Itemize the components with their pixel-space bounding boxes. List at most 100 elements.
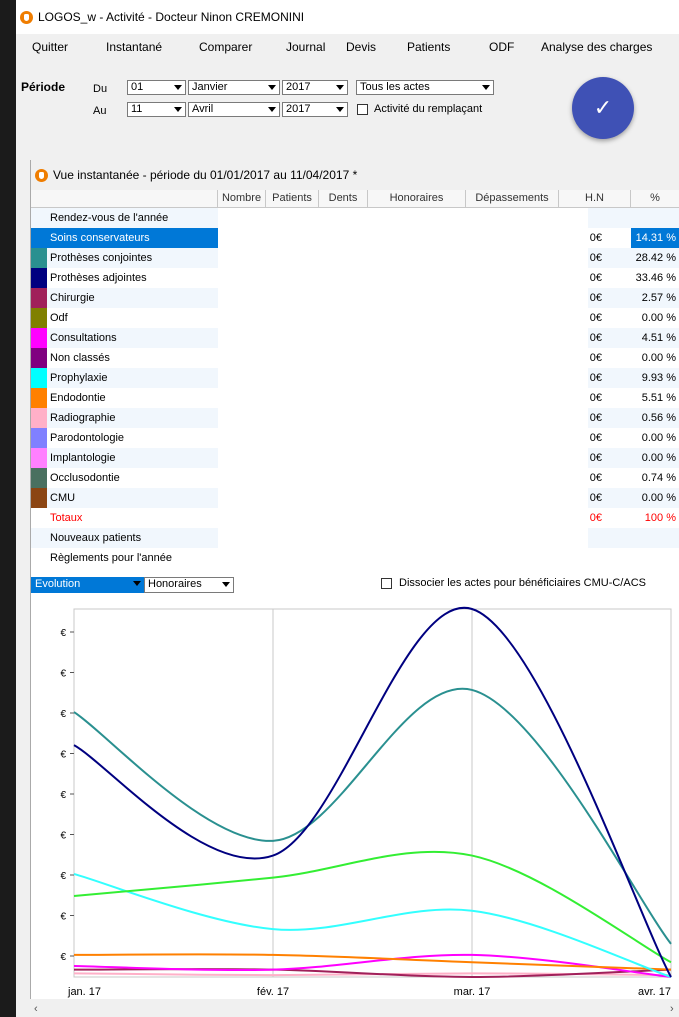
menu-patients[interactable]: Patients [407,40,450,54]
category-color-swatch [31,248,47,268]
menu-bar: Quitter Instantané Comparer Journal Devi… [16,40,679,60]
category-color-swatch [31,368,47,388]
periode-label: Période [21,80,66,94]
table-row[interactable]: Non classés 0€ 0.00 % [31,348,679,368]
cmu-checkbox[interactable] [381,578,392,589]
window-title: LOGOS_w - Activité - Docteur Ninon CREMO… [38,10,305,24]
du-year-select[interactable]: 2017 [282,80,348,95]
table-row[interactable]: CMU 0€ 0.00 % [31,488,679,508]
mode-dropdown-arrow[interactable] [131,577,144,593]
du-month-value: Janvier [192,81,228,93]
table-row[interactable]: Prothèses adjointes 0€ 33.46 % [31,268,679,288]
col-honoraires[interactable]: Honoraires [368,190,466,208]
category-color-swatch [31,328,47,348]
du-label: Du [93,83,108,95]
title-bar: LOGOS_w - Activité - Docteur Ninon CREMO… [16,0,679,34]
row-label: Endodontie [50,392,106,404]
hn-value: 0€ [589,512,602,524]
hn-value: 0€ [589,452,602,464]
table-row[interactable]: Rendez-vous de l'année [31,208,679,228]
y-tick-label: € [60,952,66,963]
actes-select[interactable]: Tous les actes [356,80,494,95]
hn-value: 0€ [589,372,602,384]
menu-devis[interactable]: Devis [346,40,376,54]
pct-value: 0.56 % [641,412,676,424]
plot-area [73,608,672,978]
col-depassements[interactable]: Dépassements [466,190,559,208]
du-month-select[interactable]: Janvier [188,80,280,95]
chevron-down-icon [268,85,276,90]
table-row[interactable]: Nouveaux patients [31,528,679,548]
col-pct[interactable]: % [631,190,679,208]
table-row[interactable]: Chirurgie 0€ 2.57 % [31,288,679,308]
table-row[interactable]: Parodontologie 0€ 0.00 % [31,428,679,448]
du-year-value: 2017 [286,81,311,93]
table-row[interactable]: Radiographie 0€ 0.56 % [31,408,679,428]
menu-analyse-charges[interactable]: Analyse des charges [541,40,652,54]
menu-instantane[interactable]: Instantané [106,40,162,54]
category-color-swatch [31,468,47,488]
y-tick-label: € [60,790,66,801]
chevron-down-icon [268,107,276,112]
mode-select[interactable]: Evolution [31,577,144,593]
hidden-values-area [218,528,588,548]
category-color-swatch [31,388,47,408]
table-row[interactable]: Odf 0€ 0.00 % [31,308,679,328]
hidden-values-area [218,388,588,408]
table-row[interactable]: Implantologie 0€ 0.00 % [31,448,679,468]
col-hn[interactable]: H.N [559,190,631,208]
menu-odf[interactable]: ODF [489,40,514,54]
hidden-values-area [218,448,588,468]
hn-value: 0€ [589,272,602,284]
pct-value: 0.00 % [641,312,676,324]
col-dents[interactable]: Dents [319,190,368,208]
hidden-values-area [218,508,588,528]
category-color-swatch [31,428,47,448]
hidden-values-area [218,228,588,248]
hn-value: 0€ [589,432,602,444]
menu-quitter[interactable]: Quitter [32,40,68,54]
metric-select[interactable]: Honoraires [144,577,234,593]
au-month-select[interactable]: Avril [188,102,280,117]
hn-value: 0€ [589,252,602,264]
category-color-swatch [31,348,47,368]
table-row[interactable]: Occlusodontie 0€ 0.74 % [31,468,679,488]
chevron-down-icon [174,85,182,90]
au-day-select[interactable]: 11 [127,102,186,117]
category-color-swatch [31,228,47,248]
du-day-select[interactable]: 01 [127,80,186,95]
remplacant-checkbox[interactable] [357,104,368,115]
au-year-value: 2017 [286,103,311,115]
hidden-values-area [218,268,588,288]
hn-value: 0€ [589,332,602,344]
table-row[interactable]: Prophylaxie 0€ 9.93 % [31,368,679,388]
table-row[interactable]: Prothèses conjointes 0€ 28.42 % [31,248,679,268]
table-row[interactable]: Totaux 0€ 100 % [31,508,679,528]
table-row[interactable]: Soins conservateurs 0€ 14.31 % [31,228,679,248]
col-patients[interactable]: Patients [266,190,319,208]
y-tick-label: € [60,750,66,761]
table-row[interactable]: Consultations 0€ 4.51 % [31,328,679,348]
row-label: Non classés [50,352,110,364]
app-window: LOGOS_w - Activité - Docteur Ninon CREMO… [16,0,679,1017]
pct-value: 0.00 % [641,452,676,464]
pct-value: 33.46 % [635,272,676,284]
menu-journal[interactable]: Journal [286,40,325,54]
menu-comparer[interactable]: Comparer [199,40,252,54]
pct-value: 0.00 % [641,432,676,444]
y-tick-label: € [60,628,66,639]
hidden-values-area [218,368,588,388]
y-tick-label: € [60,871,66,882]
au-year-select[interactable]: 2017 [282,102,348,117]
row-label: Occlusodontie [50,472,120,484]
row-label: Prophylaxie [50,372,108,384]
validate-button[interactable]: ✓ [572,77,634,139]
hidden-values-area [218,488,588,508]
table-row[interactable]: Règlements pour l'année [31,548,679,568]
pct-value: 9.93 % [641,372,676,384]
x-tick-label: fév. 17 [257,986,289,998]
hn-value: 0€ [589,472,602,484]
table-row[interactable]: Endodontie 0€ 5.51 % [31,388,679,408]
col-nombre[interactable]: Nombre [218,190,266,208]
chevron-down-icon [336,107,344,112]
